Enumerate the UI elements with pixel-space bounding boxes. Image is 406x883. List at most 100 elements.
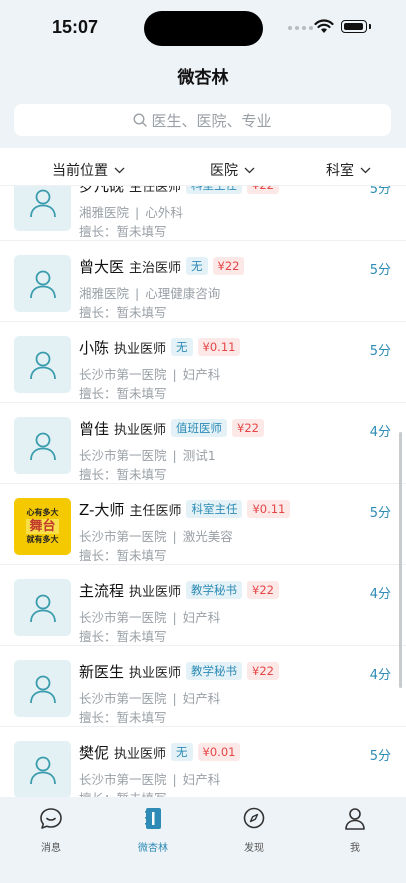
tab-me[interactable]: 我 <box>315 805 395 854</box>
avatar <box>14 336 71 393</box>
rating-score: 4分 <box>369 668 391 683</box>
specialty-text: 擅长：暂未填写 <box>79 386 167 401</box>
doctor-row[interactable]: 主流程 执业医师 教学秘书 ¥22 4分 长沙市第一医院 | 妇产科 擅长：暂未填写 <box>0 565 406 646</box>
doctor-row[interactable]: 小陈 执业医师无 ¥0.11 5分 长沙市第一医院 | 妇产科 擅长：暂未填写 <box>0 322 406 403</box>
role-tag: 教学秘书 <box>186 581 243 599</box>
hospital-name: 湘雅医院 <box>79 205 130 220</box>
separator: | <box>172 448 177 463</box>
doctor-name: 曾佳 <box>79 419 110 438</box>
search-icon <box>133 113 148 127</box>
avatar: 心有多大舞台 就有多大 <box>14 498 71 555</box>
status-bar: 15:07 <box>0 0 406 56</box>
scrollbar[interactable] <box>399 432 402 688</box>
separator: | <box>172 610 177 625</box>
doctor-name: Z-大师 <box>79 500 125 519</box>
tab-label: 微杏林 <box>138 843 168 854</box>
rating-score: 5分 <box>369 186 391 197</box>
rating-score: 5分 <box>369 344 391 359</box>
chevron-down-icon <box>244 167 255 173</box>
hospital-name: 湘雅医院 <box>79 286 130 301</box>
hospital-name: 长沙市第一医院 <box>79 448 167 463</box>
tab-messages[interactable]: 消息 <box>11 805 91 854</box>
doctor-name: 罗凡砚 <box>79 186 124 196</box>
book-icon <box>145 808 161 829</box>
avatar-text: 就有多大 <box>26 535 59 544</box>
hospital-name: 长沙市第一医院 <box>79 610 167 625</box>
dynamic-island <box>144 11 263 46</box>
avatar-text: 心有多大 <box>26 508 59 517</box>
doctor-title: 主治医师 <box>129 260 182 276</box>
role-tag: 教学秘书 <box>186 662 243 680</box>
role-tag: 无 <box>171 743 193 761</box>
specialty-text: 擅长：暂未填写 <box>79 224 167 239</box>
role-tag: 值班医师 <box>171 419 228 437</box>
price-badge: ¥0.01 <box>197 743 241 761</box>
filter-bar: 当前位置 医院 科室 <box>0 148 406 186</box>
doctor-row[interactable]: 罗凡砚主任医师科室主任 ¥22 5分湘雅医院 | 心外科擅长：暂未填写 <box>0 186 406 241</box>
doctor-title: 执业医师 <box>114 746 167 762</box>
hospital-name: 长沙市第一医院 <box>79 691 167 706</box>
chevron-down-icon <box>360 167 371 173</box>
price-badge: ¥22 <box>247 581 279 599</box>
person-icon <box>29 675 56 703</box>
specialty-text: 擅长：暂未填写 <box>79 305 167 320</box>
doctor-list[interactable]: 罗凡砚主任医师科室主任¥225分湘雅医院|心外科擅长：暂未填写曾大医主治医师无¥… <box>0 186 406 797</box>
doctor-name: 小陈 <box>79 338 110 357</box>
filter-location[interactable]: 当前位置 <box>52 160 125 180</box>
doctor-name: 新医生 <box>79 662 125 681</box>
specialty-text: 擅长：暂未填写 <box>79 629 167 644</box>
search-placeholder: 医生、医院、专业 <box>151 111 272 130</box>
department-name: 妇产科 <box>182 691 221 706</box>
price-badge: ¥22 <box>212 257 245 275</box>
wifi-icon <box>314 19 334 33</box>
chat-bubble-icon <box>40 808 62 829</box>
doctor-name: 曾大医 <box>79 257 125 276</box>
chevron-down-icon <box>114 167 125 173</box>
filter-label: 科室 <box>326 163 354 179</box>
header: 微杏林 医生、医院、专业 <box>0 56 406 148</box>
filter-label: 医院 <box>210 163 238 179</box>
department-name: 妇产科 <box>182 772 221 787</box>
separator: | <box>172 772 177 787</box>
avatar <box>14 579 71 636</box>
avatar-text: 舞台 <box>26 519 59 534</box>
avatar <box>14 741 71 797</box>
doctor-title: 执业医师 <box>129 584 182 600</box>
tab-label: 消息 <box>41 843 61 854</box>
doctor-title: 执业医师 <box>129 665 182 681</box>
doctor-row[interactable]: 樊伲执业医师无¥0.01 5分长沙市第一医院 | 妇产科擅长：暂未填写 <box>0 727 406 797</box>
hospital-name: 长沙市第一医院 <box>79 772 167 787</box>
filter-department[interactable]: 科室 <box>326 160 371 180</box>
page-title: 微杏林 <box>177 68 229 88</box>
department-name: 心外科 <box>145 205 183 220</box>
department-name: 妇产科 <box>182 367 221 382</box>
doctor-title: 执业医师 <box>114 422 167 438</box>
department-name: 妇产科 <box>182 610 221 625</box>
tab-bar: 消息 微杏林 发现 我 <box>0 797 406 883</box>
tab-discover[interactable]: 发现 <box>214 805 294 854</box>
price-badge: ¥0.11 <box>247 500 291 518</box>
search-input[interactable]: 医生、医院、专业 <box>14 104 391 136</box>
specialty-text: 擅长：暂未填写 <box>79 548 167 563</box>
rating-score: 4分 <box>369 587 391 602</box>
tab-weixinglin[interactable]: 微杏林 <box>113 805 193 854</box>
separator: | <box>135 286 140 301</box>
separator: | <box>172 367 177 382</box>
department-name: 激光美容 <box>182 529 233 544</box>
separator: | <box>135 205 140 220</box>
tab-label: 发现 <box>244 843 264 854</box>
person-icon <box>29 351 56 379</box>
doctor-row[interactable]: 曾大医 主治医师无 ¥22 5分 湘雅医院 | 心理健康咨询 擅长：暂未填写 <box>0 241 406 322</box>
department-name: 心理健康咨询 <box>145 286 221 301</box>
doctor-row[interactable]: 曾佳 执业医师 值班医师 ¥22 4分 长沙市第一医院 | 测试1 擅长：暂未填写 <box>0 403 406 484</box>
person-icon <box>29 270 56 298</box>
specialty-text: 擅长：暂未填写 <box>79 710 167 725</box>
separator: | <box>172 529 177 544</box>
doctor-row[interactable]: 新医生 执业医师 教学秘书 ¥22 4分 长沙市第一医院 | 妇产科 擅长：暂未填写 <box>0 646 406 727</box>
filter-hospital[interactable]: 医院 <box>210 160 255 180</box>
doctor-name: 樊伲 <box>79 743 110 762</box>
doctor-row[interactable]: 心有多大 舞台 就有多大 Z-大师 主任医师 科室主任 ¥0.11 5分 长沙市第一医院 | 激光美… <box>0 484 406 565</box>
price-badge: ¥0.11 <box>197 338 241 356</box>
rating-score: 5分 <box>369 263 391 278</box>
signal-icon <box>288 26 313 30</box>
